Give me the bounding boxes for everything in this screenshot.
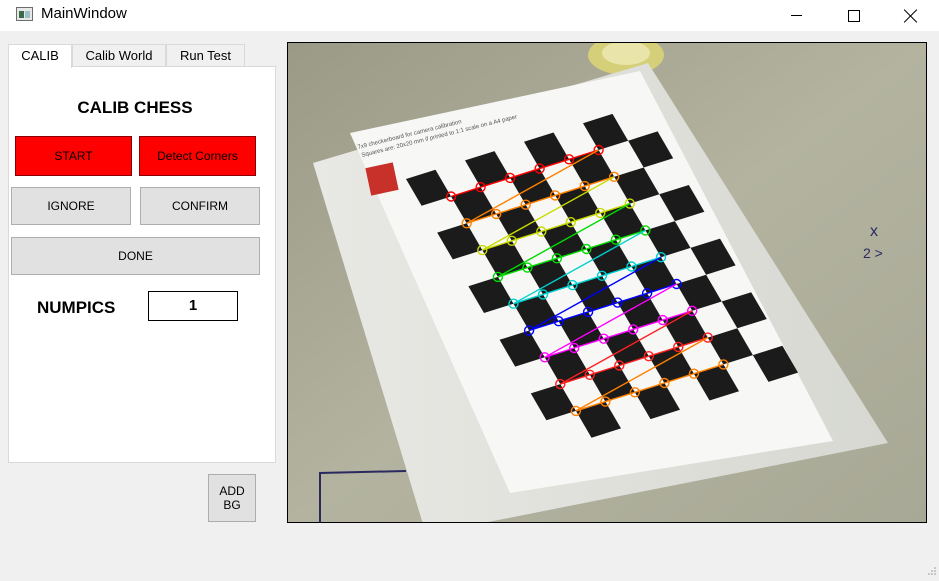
close-button[interactable]	[882, 0, 939, 31]
numpics-field[interactable]: 1	[148, 291, 238, 321]
add-bg-button[interactable]: ADD BG	[208, 474, 256, 522]
confirm-button[interactable]: CONFIRM	[140, 187, 260, 225]
calib-heading: CALIB CHESS	[9, 98, 261, 118]
start-button[interactable]: START	[15, 136, 132, 176]
tab-calib[interactable]: CALIB	[8, 44, 72, 68]
window-title: MainWindow	[41, 5, 127, 22]
camera-view: 7x9 checkerboard for camera calibration …	[287, 42, 927, 523]
done-button[interactable]: DONE	[11, 237, 260, 275]
title-bar: MainWindow	[0, 0, 939, 31]
red-marker	[365, 162, 398, 195]
handwriting-2: 2 >	[863, 245, 883, 261]
calib-panel: CALIB CHESS START Detect Corners IGNORE …	[8, 66, 276, 463]
resize-grip[interactable]	[927, 563, 937, 573]
handwriting-1: x	[870, 223, 878, 240]
maximize-icon	[848, 10, 860, 22]
maximize-button[interactable]	[825, 0, 883, 31]
app-icon	[16, 7, 33, 21]
numpics-label: NUMPICS	[37, 298, 115, 318]
camera-image: 7x9 checkerboard for camera calibration …	[288, 43, 927, 523]
minimize-icon	[791, 15, 802, 16]
tab-run-test[interactable]: Run Test	[166, 44, 245, 67]
ignore-button[interactable]: IGNORE	[11, 187, 131, 225]
minimize-button[interactable]	[767, 0, 825, 31]
tab-calib-world[interactable]: Calib World	[72, 44, 166, 67]
close-icon	[904, 9, 918, 23]
add-bg-label: ADD BG	[219, 484, 244, 512]
detect-corners-button[interactable]: Detect Corners	[139, 136, 256, 176]
